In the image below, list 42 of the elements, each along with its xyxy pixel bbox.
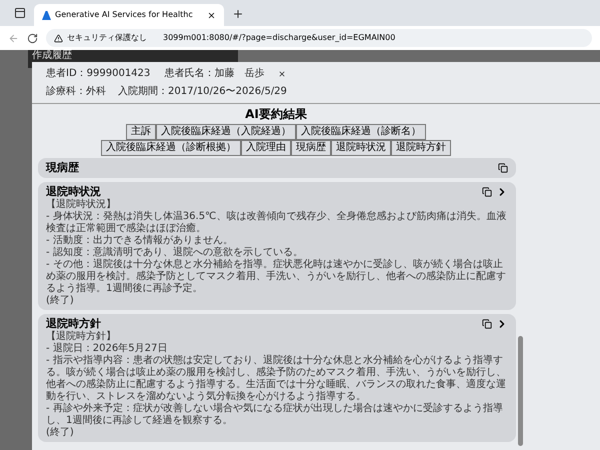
section-tab[interactable]: 退院時状況 xyxy=(331,140,391,156)
card-text: - 指示や指導内容：患者の状態は安定しており、退院後は十分な休息と水分補給を心がけるよう指導する。咳が続く場合は咳止め薬の服用を検討し、感染予防のためマスク着用、手洗い、うがいを励行し、他者への感染防止に配慮するよう指導する。生活面では十分な睡眠、バランスの取れた食事、適度な運動を行い、ストレスを溜めないよう気分転換を心がけるよう指導する。 xyxy=(46,355,507,402)
app-logo-icon xyxy=(42,10,51,20)
copy-icon[interactable] xyxy=(482,319,492,329)
address-bar[interactable]: セキュリティ保護なし 3099m001:8080/#/?page=discharge&user_id=EGMAIN00 xyxy=(46,29,592,47)
admission-period: 入院期間：2017/10/26〜2026/5/29 xyxy=(118,84,287,99)
card-text: - 活動度：出力できる情報がありません。 xyxy=(46,235,234,246)
card-text: 【退院時方針】 xyxy=(46,331,117,342)
card-text: - 再診や外来予定：症状が改善しない場合や気になる症状が出現した場合は速やかに受診するよう指導し、1週間後に再診して経過を観察する。 xyxy=(46,403,504,427)
section-tab[interactable]: 入院後臨床経過（診断名） xyxy=(296,124,426,140)
section-tab[interactable]: 入院理由 xyxy=(241,140,291,156)
summary-title: AI要約結果 xyxy=(245,107,307,122)
section-tab[interactable]: 主訴 xyxy=(126,124,156,140)
department: 診療科：外科 xyxy=(46,84,106,99)
card-title: 退院時状況 xyxy=(46,185,101,198)
card-text: 【退院時状況】 xyxy=(46,199,117,210)
card-title: 現病歴 xyxy=(46,161,79,175)
card-text: - その他：退院後は十分な休息と水分補給を指導。症状悪化時は速やかに受診し、咳が続く場合は咳止め薬の服用を検討。感染予防としてマスク着用、手洗い、うがいを励行し、他者への感染防止に配慮するよう指導。1週間後に再診予定。 xyxy=(46,259,507,295)
url-text: 3099m001:8080/#/?page=discharge&user_id=EGMAIN00 xyxy=(163,32,396,44)
new-tab-icon[interactable] xyxy=(232,8,244,20)
card-text: - 退院日：2026年5月27日 xyxy=(46,343,168,354)
section-tab[interactable]: 現病歴 xyxy=(291,140,331,156)
card-text: - 認知度：意識清明であり、退院への意欲を示している。 xyxy=(46,247,304,258)
warning-icon xyxy=(54,34,63,42)
section-tab[interactable]: 入院後臨床経過（診断根拠） xyxy=(101,140,241,156)
copy-icon[interactable] xyxy=(482,187,492,197)
security-label: セキュリティ保護なし xyxy=(67,32,147,44)
section-tab[interactable]: 入院後臨床経過（入院経過） xyxy=(156,124,296,140)
browser-tab[interactable]: Generative AI Services for Healthc xyxy=(34,4,224,26)
close-tab-icon[interactable] xyxy=(207,10,216,20)
card-text: (終了) xyxy=(46,427,75,439)
reload-icon[interactable] xyxy=(27,32,38,44)
card-text: - 身体状況：発熱は消失し体温36.5℃、咳は改善傾向で残存少、全身倦怠感および筋肉痛は消失。血液検査は正常範囲で感染はほぼ治癒。 xyxy=(46,211,508,234)
patient-name: 患者氏名：加藤 岳歩 xyxy=(164,66,264,81)
card-text: (終了) xyxy=(46,295,75,307)
scrollbar-thumb[interactable] xyxy=(518,336,523,446)
copy-icon[interactable] xyxy=(498,163,508,173)
close-icon[interactable] xyxy=(278,70,286,78)
section-tab[interactable]: 退院時方針 xyxy=(391,140,451,156)
card-title: 退院時方針 xyxy=(46,317,101,330)
tab-menu-icon[interactable] xyxy=(14,7,26,19)
patient-id: 患者ID：9999001423 xyxy=(46,66,150,81)
